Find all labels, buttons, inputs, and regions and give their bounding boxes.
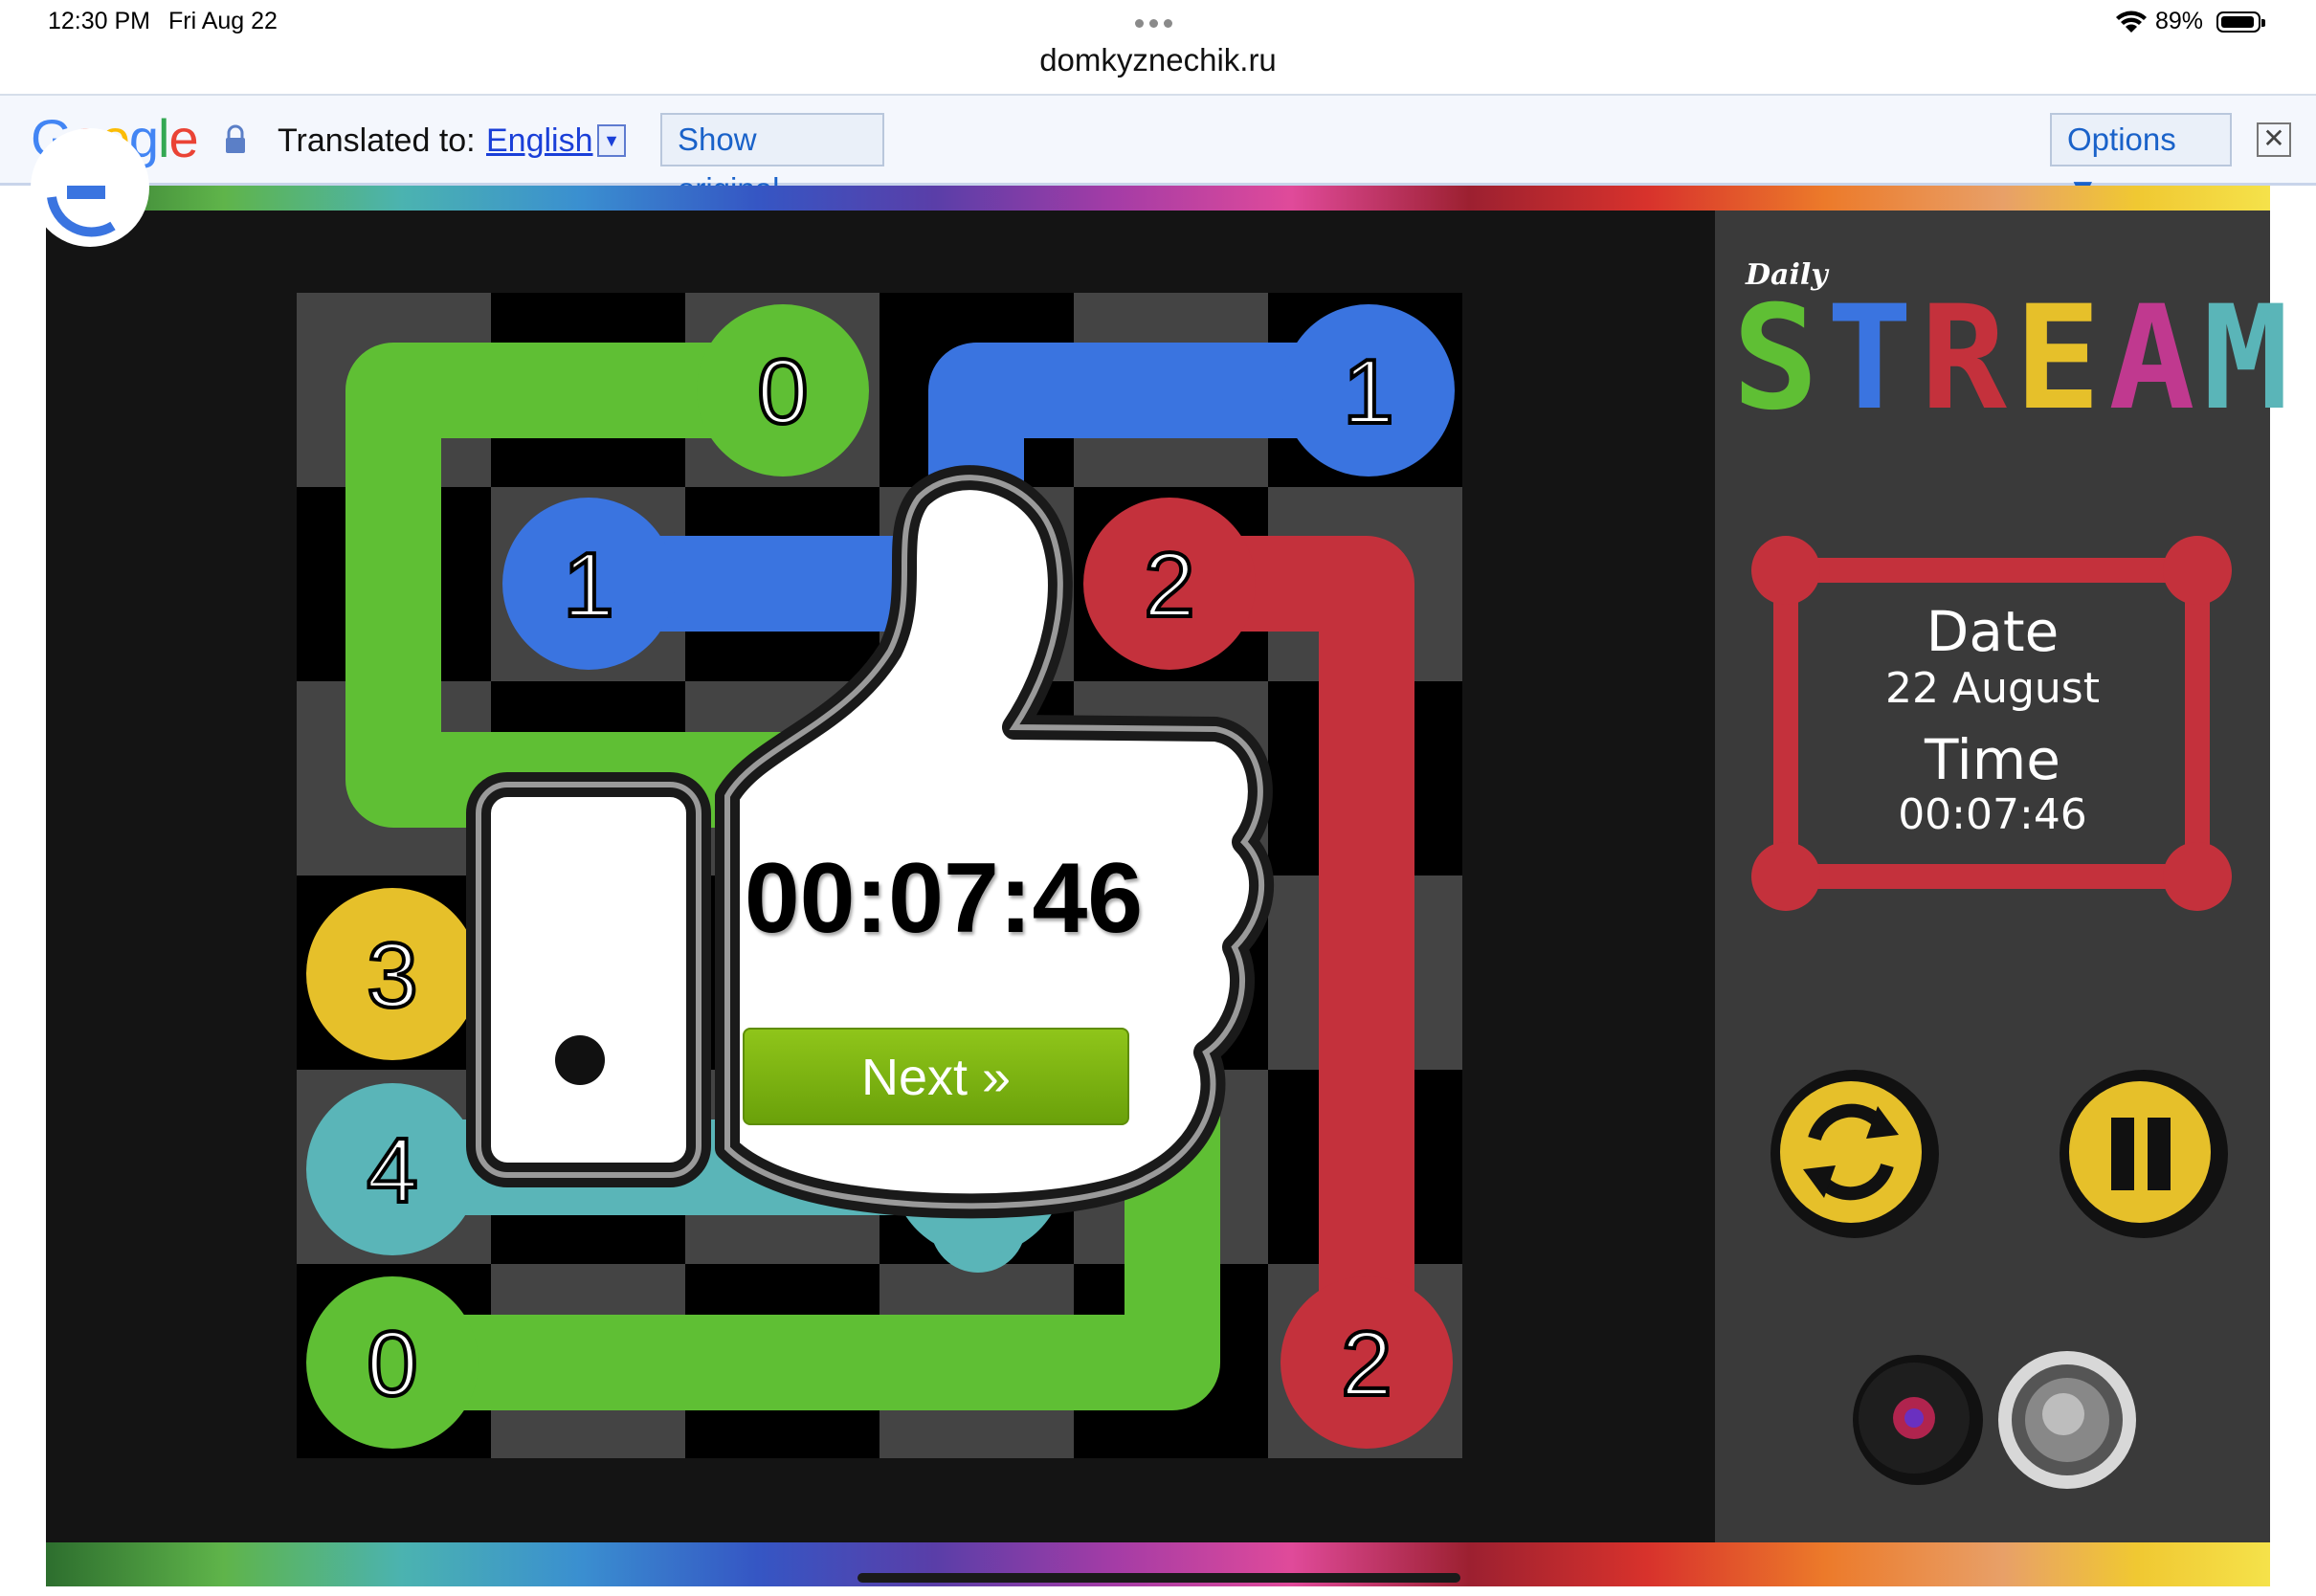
node-label: 1 xyxy=(1343,341,1393,443)
node-label: 3 xyxy=(367,924,417,1027)
node-label: 1 xyxy=(563,534,613,636)
completion-timer: 00:07:46 xyxy=(744,843,1144,954)
next-button[interactable]: Next » xyxy=(743,1028,1129,1125)
node-label: 4 xyxy=(367,1119,417,1222)
node-circle[interactable]: 0 xyxy=(697,304,869,477)
music-toggle-icon[interactable] xyxy=(1853,1355,1983,1485)
node-circle[interactable]: 1 xyxy=(502,498,675,670)
node-label: 0 xyxy=(367,1313,417,1415)
logo-letter: E xyxy=(2014,276,2109,442)
date-heading: Date xyxy=(1926,599,2060,664)
logo-letter: M xyxy=(2202,276,2297,442)
logo-letter: R xyxy=(1920,276,2015,442)
node-circle[interactable]: 3 xyxy=(306,888,479,1060)
cuff-button-icon xyxy=(555,1035,605,1085)
logo-letter: T xyxy=(1826,276,1921,442)
time-value: 00:07:46 xyxy=(1898,790,2087,839)
node-label: 2 xyxy=(1341,1313,1392,1415)
date-value: 22 August xyxy=(1885,664,2100,713)
info-frame xyxy=(1751,536,2232,911)
node-label: 0 xyxy=(757,341,808,443)
pause-button[interactable] xyxy=(2060,1070,2228,1238)
back-arrow-icon[interactable] xyxy=(31,128,149,247)
logo-letter: A xyxy=(2108,276,2203,442)
node-circle[interactable]: 2 xyxy=(1280,1276,1453,1449)
speaker-icon[interactable] xyxy=(1998,1351,2136,1489)
restart-button[interactable] xyxy=(1770,1070,1939,1238)
logo-stream: STREAM xyxy=(1732,276,2297,442)
node-circle[interactable]: 2 xyxy=(1083,498,1256,670)
home-indicator[interactable] xyxy=(857,1573,1460,1583)
time-heading: Time xyxy=(1925,727,2060,792)
node-circle[interactable]: 4 xyxy=(306,1083,479,1255)
node-circle[interactable]: 1 xyxy=(1282,304,1455,477)
node-label: 2 xyxy=(1144,534,1194,636)
logo-letter: S xyxy=(1732,276,1827,442)
node-circle[interactable]: 0 xyxy=(306,1276,479,1449)
